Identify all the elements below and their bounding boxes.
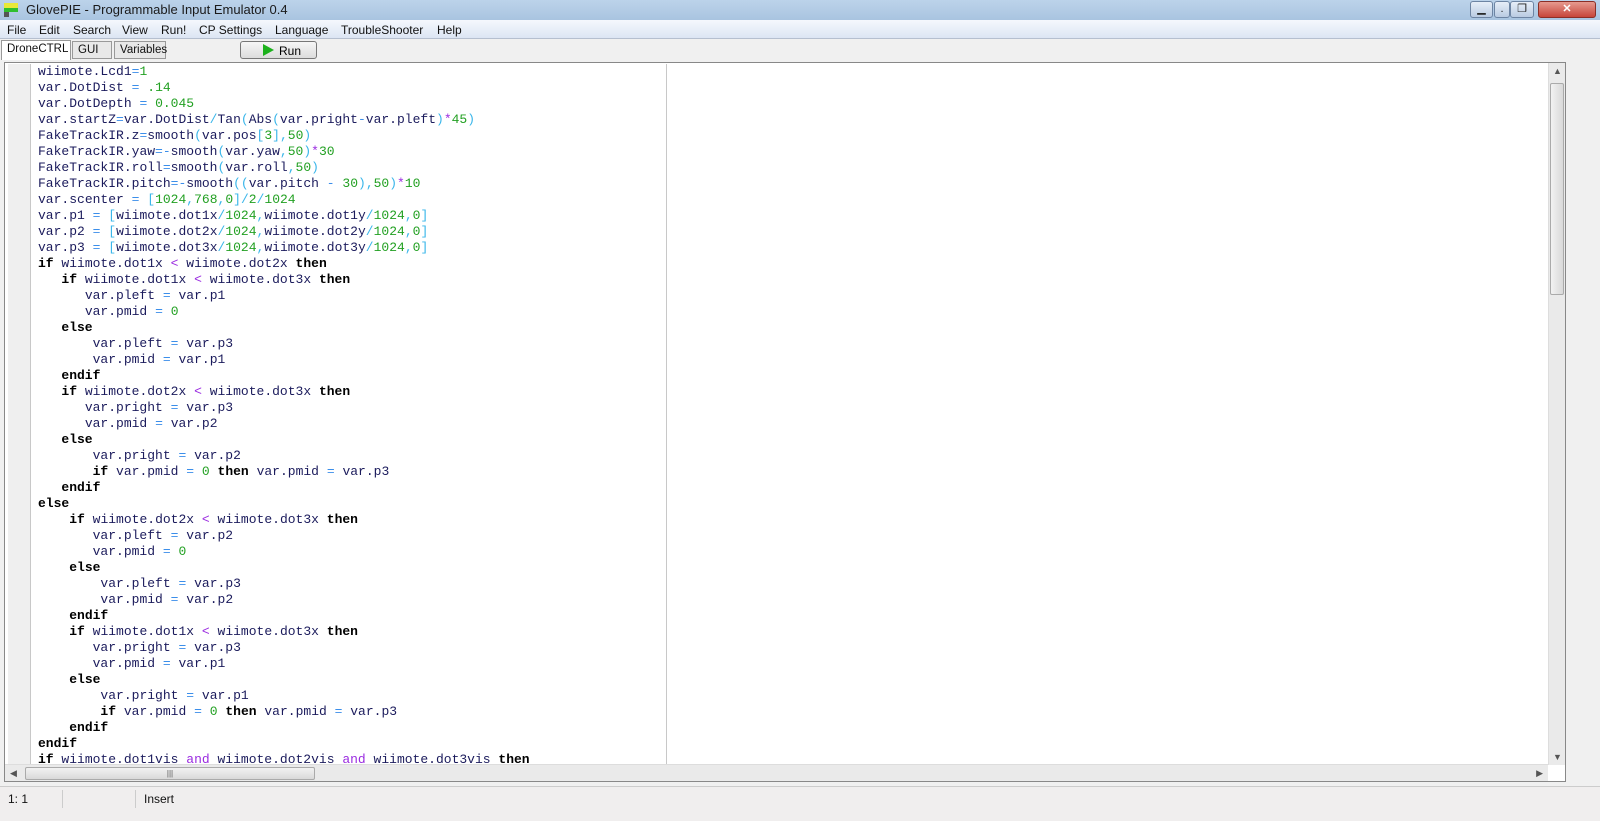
- code-line: endif: [38, 736, 78, 751]
- code-line: var.pmid = var.p2: [100, 592, 234, 607]
- code-line: var.pmid = 0: [92, 544, 187, 559]
- code-line: if wiimote.dot2x < wiimote.dot3x then: [69, 512, 358, 527]
- minimize-icon: ▁: [1477, 3, 1486, 15]
- edit-mode: Insert: [144, 792, 175, 806]
- code-line: var.startZ=var.DotDist/Tan(Abs(var.prigh…: [38, 112, 476, 127]
- maximize-button[interactable]: .: [1494, 1, 1510, 18]
- vertical-scroll-thumb[interactable]: [1550, 83, 1564, 295]
- editor-gutter: [8, 64, 31, 765]
- code-line: var.pleft = var.p3: [100, 576, 241, 591]
- code-line: var.pright = var.p1: [100, 688, 249, 703]
- code-line: endif: [69, 720, 109, 735]
- menu-view[interactable]: View: [122, 23, 148, 37]
- code-line: endif: [69, 608, 109, 623]
- horizontal-scroll-thumb[interactable]: |||: [25, 767, 315, 780]
- code-line: var.pleft = var.p3: [92, 336, 234, 351]
- code-line: if wiimote.dot1x < wiimote.dot2x then: [38, 256, 327, 271]
- code-line: wiimote.Lcd1=1: [38, 64, 148, 79]
- menu-language[interactable]: Language: [275, 23, 328, 37]
- code-line: var.p2 = [wiimote.dot2x/1024,wiimote.dot…: [38, 224, 429, 239]
- menu-bar: File Edit Search View Run! CP Settings L…: [0, 20, 1600, 39]
- code-line: var.pright = var.p3: [84, 400, 234, 415]
- code-line: var.pmid = var.p2: [84, 416, 218, 431]
- code-line: var.pmid = var.p1: [92, 352, 226, 367]
- maximize-icon: .: [1500, 3, 1504, 15]
- code-line: FakeTrackIR.roll=smooth(var.roll,50): [38, 160, 319, 175]
- code-line: else: [69, 672, 101, 687]
- tab-dronectrl[interactable]: DroneCTRL: [1, 40, 71, 60]
- code-line: var.pleft = var.p1: [84, 288, 226, 303]
- code-line: var.scenter = [1024,768,0]/2/1024: [38, 192, 296, 207]
- code-line: var.pmid = var.p1: [92, 656, 226, 671]
- code-line: var.pright = var.p2: [92, 448, 241, 463]
- code-line: var.pmid = 0: [84, 304, 179, 319]
- minimize-button[interactable]: ▁: [1470, 1, 1493, 18]
- title-bar: GlovePIE - Programmable Input Emulator 0…: [0, 0, 1600, 20]
- status-bar: 1: 1 Insert: [0, 786, 1600, 821]
- window-title: GlovePIE - Programmable Input Emulator 0…: [26, 2, 288, 17]
- code-line: endif: [61, 368, 101, 383]
- code-line: if wiimote.dot2x < wiimote.dot3x then: [61, 384, 351, 399]
- code-line: if var.pmid = 0 then var.pmid = var.p3: [100, 704, 398, 719]
- code-area[interactable]: wiimote.Lcd1=1 var.DotDist = .14 var.DotDe…: [38, 64, 1548, 765]
- close-button[interactable]: ✕: [1538, 1, 1596, 18]
- play-icon: [263, 44, 274, 56]
- restore-icon: ❐: [1517, 3, 1527, 15]
- menu-help[interactable]: Help: [437, 23, 462, 37]
- code-editor[interactable]: wiimote.Lcd1=1 var.DotDist = .14 var.DotDe…: [4, 62, 1566, 782]
- code-line: else: [38, 496, 70, 511]
- code-line: var.p3 = [wiimote.dot3x/1024,wiimote.dot…: [38, 240, 429, 255]
- code-line: var.DotDist = .14: [38, 80, 171, 95]
- vertical-scrollbar[interactable]: ▲ ▼: [1548, 63, 1565, 765]
- code-line: var.pright = var.p3: [92, 640, 241, 655]
- menu-troubleshooter[interactable]: TroubleShooter: [341, 23, 423, 37]
- scroll-right-icon[interactable]: ▶: [1536, 768, 1543, 779]
- menu-run[interactable]: Run!: [161, 23, 186, 37]
- tab-variables[interactable]: Variables: [114, 41, 167, 59]
- menu-edit[interactable]: Edit: [39, 23, 60, 37]
- run-button-label: Run: [279, 44, 302, 58]
- tab-gui[interactable]: GUI: [72, 41, 112, 59]
- scroll-left-icon[interactable]: ◀: [10, 768, 17, 779]
- code-line: else: [69, 560, 101, 575]
- close-icon: ✕: [1562, 3, 1572, 15]
- code-line: if wiimote.dot1x < wiimote.dot3x then: [61, 272, 351, 287]
- code-line: else: [61, 432, 93, 447]
- run-button[interactable]: Run: [240, 41, 317, 59]
- code-line: else: [61, 320, 93, 335]
- code-line: endif: [61, 480, 101, 495]
- code-line: if var.pmid = 0 then var.pmid = var.p3: [92, 464, 390, 479]
- code-line: var.pleft = var.p2: [92, 528, 234, 543]
- code-line: var.DotDepth = 0.045: [38, 96, 195, 111]
- menu-file[interactable]: File: [7, 23, 26, 37]
- code-line: if wiimote.dot1x < wiimote.dot3x then: [69, 624, 358, 639]
- horizontal-scrollbar[interactable]: ◀ ||| ▶: [5, 764, 1548, 781]
- glovepie-app-icon: [4, 3, 18, 17]
- status-panel-empty: [63, 790, 136, 808]
- code-line: FakeTrackIR.z=smooth(var.pos[3],50): [38, 128, 312, 143]
- code-line: FakeTrackIR.yaw=-smooth(var.yaw,50)*30: [38, 144, 335, 159]
- restore-button[interactable]: ❐: [1510, 1, 1534, 18]
- code-line: var.p1 = [wiimote.dot1x/1024,wiimote.dot…: [38, 208, 429, 223]
- scroll-up-icon[interactable]: ▲: [1553, 66, 1562, 76]
- scroll-down-icon[interactable]: ▼: [1553, 752, 1562, 762]
- menu-search[interactable]: Search: [73, 23, 111, 37]
- menu-cp-settings[interactable]: CP Settings: [199, 23, 262, 37]
- cursor-position: 1: 1: [0, 790, 63, 808]
- code-line: FakeTrackIR.pitch=-smooth((var.pitch - 3…: [38, 176, 421, 191]
